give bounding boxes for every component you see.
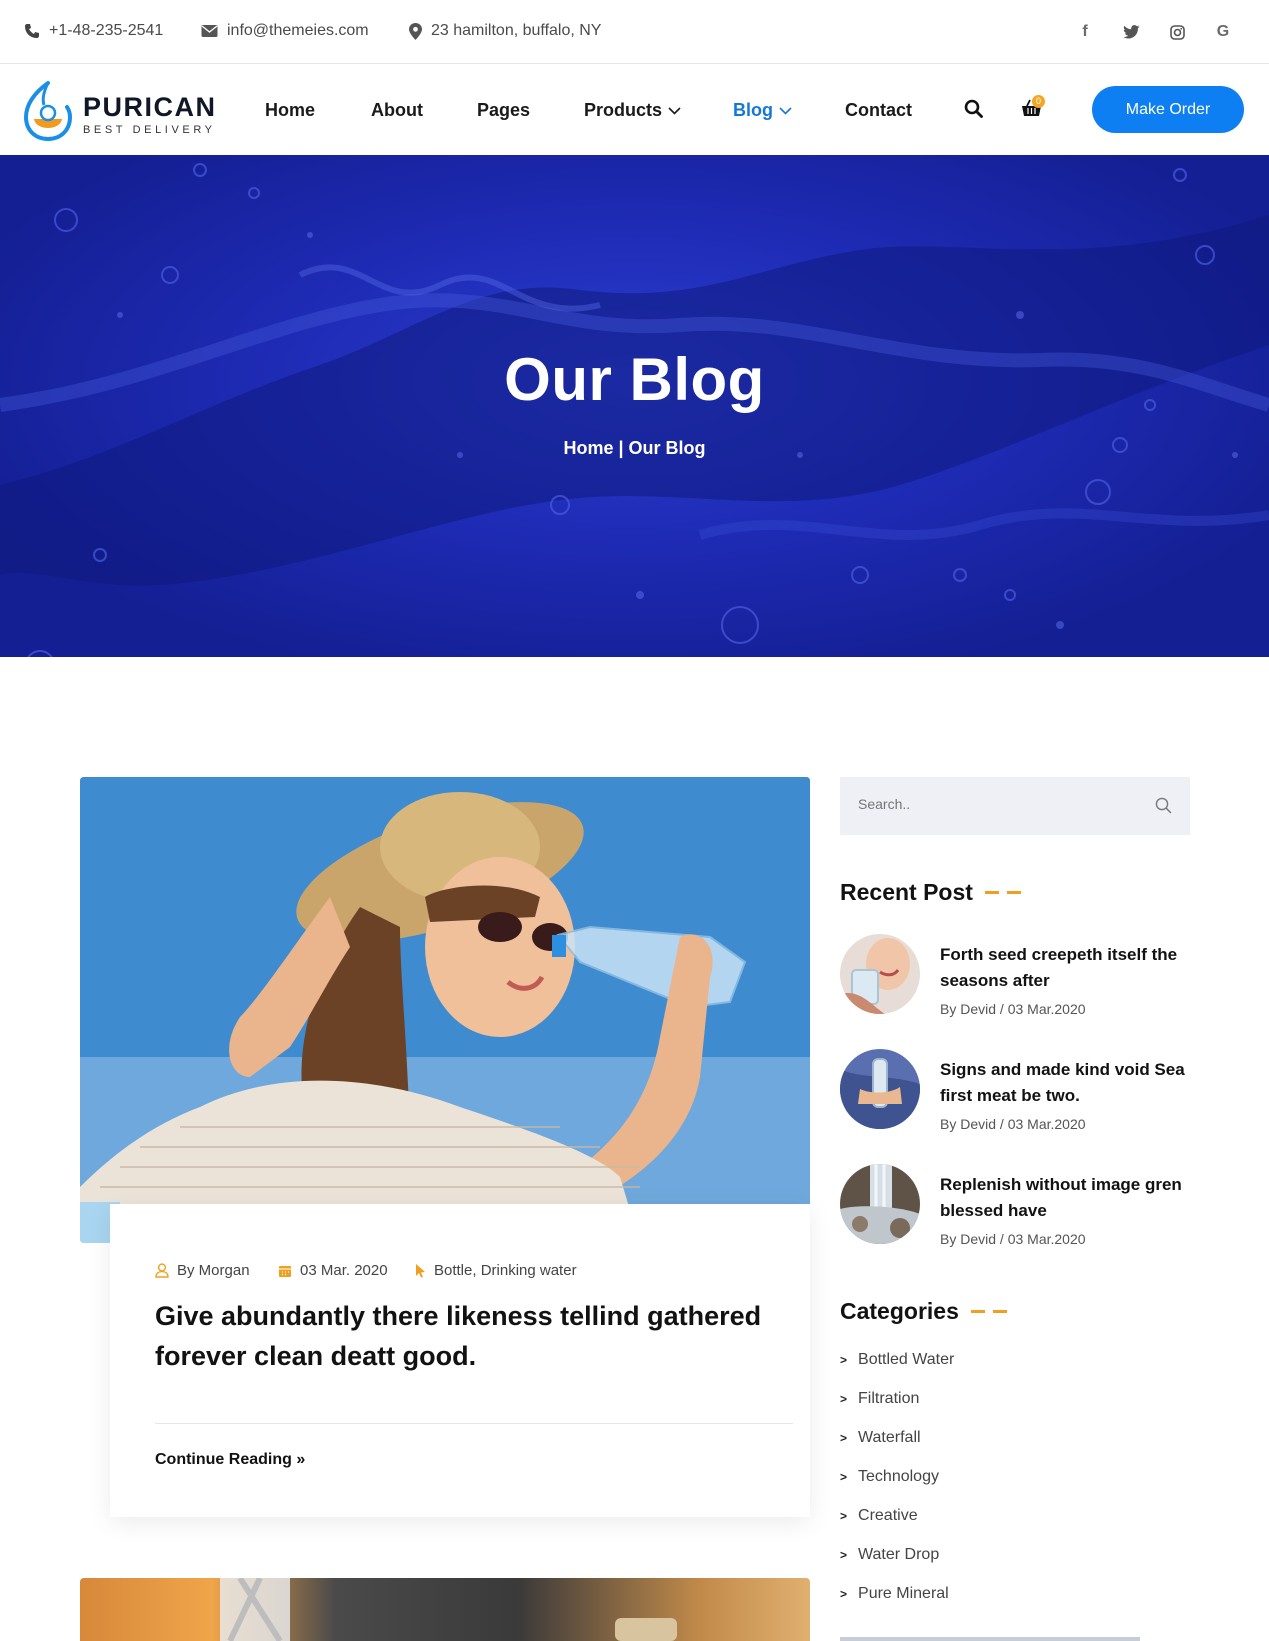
nav-about[interactable]: About <box>371 100 423 121</box>
address-text: 23 hamilton, buffalo, NY <box>431 22 602 39</box>
instagram-icon[interactable] <box>1165 20 1189 44</box>
brand-name[interactable]: PURICAN <box>83 92 217 123</box>
envelope-icon <box>201 25 218 37</box>
nav-products[interactable]: Products <box>584 100 681 121</box>
recent-post-item[interactable]: Forth seed creepeth itself the seasons a… <box>840 934 1190 1017</box>
chevron-right-icon: > <box>840 1353 848 1367</box>
breadcrumb-home[interactable]: Home <box>563 438 613 458</box>
category-link[interactable]: > Waterfall <box>840 1429 921 1447</box>
category-link[interactable]: > Water Drop <box>840 1546 939 1564</box>
category-link[interactable]: > Creative <box>840 1507 918 1525</box>
post-date: 03 Mar. 2020 <box>278 1262 388 1279</box>
main-header: PURICAN BEST DELIVERY Home About Pages P… <box>0 65 1269 155</box>
google-icon[interactable]: G <box>1211 20 1235 44</box>
heading-accent <box>970 1310 1007 1313</box>
calendar-icon <box>279 1265 291 1277</box>
facebook-icon[interactable]: f <box>1073 20 1097 44</box>
pointer-icon <box>416 1264 425 1278</box>
breadcrumb-separator: | <box>613 438 629 458</box>
nav-blog[interactable]: Blog <box>733 100 792 121</box>
phone-contact[interactable]: +1-48-235-2541 <box>24 22 163 40</box>
recent-post-heading: Recent Post <box>840 879 1021 906</box>
nav-home[interactable]: Home <box>265 100 315 121</box>
recent-post-title[interactable]: Replenish without image gren blessed hav… <box>940 1172 1190 1224</box>
category-link[interactable]: > Technology <box>840 1468 939 1486</box>
chevron-right-icon: > <box>840 1431 848 1445</box>
chevron-right-icon: > <box>840 1509 848 1523</box>
logo-drop-icon[interactable] <box>24 79 72 141</box>
breadcrumb-current: Our Blog <box>628 438 706 458</box>
recent-post-thumbnail[interactable] <box>840 934 920 1014</box>
categories-heading: Categories <box>840 1298 1007 1325</box>
chevron-right-icon: > <box>840 1470 848 1484</box>
phone-icon <box>25 24 39 38</box>
top-bar: +1-48-235-2541 info@themeies.com 23 hami… <box>0 0 1269 64</box>
recent-post-title[interactable]: Signs and made kind void Sea first meat … <box>940 1057 1190 1109</box>
page-title: Our Blog <box>504 346 765 413</box>
user-icon <box>155 1263 169 1278</box>
recent-post-thumbnail[interactable] <box>840 1049 920 1129</box>
next-widget-edge <box>840 1637 1140 1641</box>
cart-count-badge: 0 <box>1032 95 1045 108</box>
map-pin-icon <box>409 22 422 40</box>
email-text: info@themeies.com <box>227 22 369 39</box>
category-link[interactable]: > Filtration <box>840 1390 919 1408</box>
chevron-right-icon: > <box>840 1392 848 1406</box>
make-order-button[interactable]: Make Order <box>1092 86 1244 133</box>
post-tags[interactable]: Bottle, Drinking water <box>415 1262 577 1279</box>
divider <box>155 1423 793 1424</box>
chevron-down-icon <box>779 106 792 115</box>
brand-tagline: BEST DELIVERY <box>83 124 216 136</box>
address-contact: 23 hamilton, buffalo, NY <box>409 22 601 40</box>
chevron-down-icon <box>668 106 681 115</box>
recent-post-title[interactable]: Forth seed creepeth itself the seasons a… <box>940 942 1190 994</box>
search-icon[interactable] <box>964 99 983 118</box>
post-card: By Morgan 03 Mar. 2020 Bottle, Drinking … <box>110 1204 810 1517</box>
category-link[interactable]: > Pure Mineral <box>840 1585 949 1603</box>
post-author[interactable]: By Morgan <box>155 1262 250 1279</box>
nav-contact[interactable]: Contact <box>845 100 912 121</box>
recent-post-item[interactable]: Replenish without image gren blessed hav… <box>840 1164 1190 1247</box>
continue-reading-link[interactable]: Continue Reading » <box>155 1451 305 1469</box>
hero-banner: Our Blog Home | Our Blog <box>0 155 1269 657</box>
recent-post-meta: By Devid / 03 Mar.2020 <box>940 1001 1086 1017</box>
sidebar-search <box>840 777 1190 835</box>
category-link[interactable]: > Bottled Water <box>840 1351 954 1369</box>
email-contact[interactable]: info@themeies.com <box>201 22 369 40</box>
breadcrumb: Home | Our Blog <box>0 438 1269 459</box>
social-links: f G <box>1073 20 1235 44</box>
heading-accent <box>984 891 1021 894</box>
recent-post-meta: By Devid / 03 Mar.2020 <box>940 1231 1086 1247</box>
recent-post-meta: By Devid / 03 Mar.2020 <box>940 1116 1086 1132</box>
chevron-right-icon: > <box>840 1587 848 1601</box>
chevron-right-icon: > <box>840 1548 848 1562</box>
nav-pages[interactable]: Pages <box>477 100 530 121</box>
phone-text: +1-48-235-2541 <box>49 22 164 39</box>
twitter-icon[interactable] <box>1119 20 1143 44</box>
search-icon[interactable] <box>1155 797 1172 814</box>
search-input[interactable] <box>858 796 1138 812</box>
post-title[interactable]: Give abundantly there likeness tellind g… <box>155 1296 795 1376</box>
recent-post-item[interactable]: Signs and made kind void Sea first meat … <box>840 1049 1190 1132</box>
post-featured-image[interactable] <box>80 777 810 1243</box>
next-post-image[interactable] <box>80 1578 810 1641</box>
recent-post-thumbnail[interactable] <box>840 1164 920 1244</box>
